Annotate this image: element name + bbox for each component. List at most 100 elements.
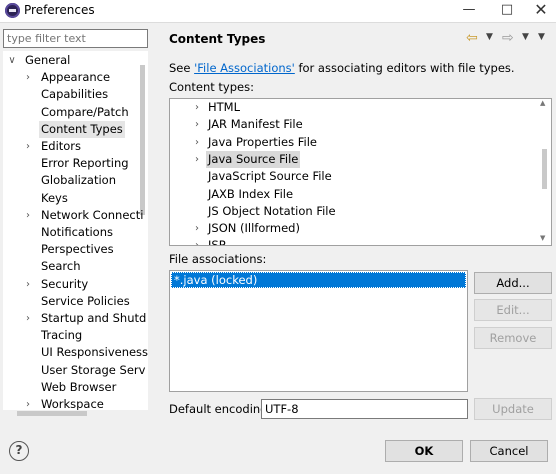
- tree-item-service-policies[interactable]: Service Policies: [39, 293, 132, 310]
- content-types-label: Content types:: [169, 80, 254, 94]
- title-bar: Preferences — □ ✕: [0, 0, 556, 22]
- scroll-up-icon[interactable]: ▲: [540, 99, 545, 107]
- chevron-right-icon[interactable]: ›: [23, 138, 33, 155]
- forward-dropdown-icon[interactable]: ▼: [522, 32, 529, 42]
- chevron-right-icon[interactable]: ›: [192, 220, 202, 237]
- chevron-right-icon[interactable]: ›: [192, 237, 202, 245]
- chevron-down-icon[interactable]: ∨: [7, 52, 17, 69]
- tree-item-compare-patch[interactable]: Compare/Patch: [39, 104, 131, 121]
- default-encoding-field[interactable]: UTF-8: [261, 399, 468, 419]
- tree-item-label: Notifications: [41, 225, 113, 239]
- content-type-label: JSON (Illformed): [208, 221, 300, 236]
- page-title: Content Types: [169, 32, 266, 46]
- chevron-right-icon[interactable]: ›: [23, 276, 33, 293]
- chevron-right-icon[interactable]: ›: [23, 310, 33, 327]
- close-button[interactable]: ✕: [524, 0, 556, 22]
- file-associations-link[interactable]: 'File Associations': [194, 61, 295, 75]
- chevron-right-icon[interactable]: ›: [23, 396, 33, 410]
- tree-item-globalization[interactable]: Globalization: [39, 172, 118, 189]
- content-type-item[interactable]: JAXB Index File: [206, 186, 295, 203]
- content-type-label: JAR Manifest File: [208, 117, 303, 132]
- content-type-item[interactable]: JavaScript Source File: [206, 168, 334, 185]
- tree-item-workspace[interactable]: › Workspace: [26, 396, 106, 410]
- list-item[interactable]: *.java (locked): [171, 272, 466, 288]
- tree-item-label: Search: [41, 259, 81, 274]
- tree-item-notifications[interactable]: Notifications: [39, 224, 115, 241]
- eclipse-icon: [5, 3, 20, 18]
- tree-item-label: General: [25, 53, 71, 67]
- ok-button[interactable]: OK: [385, 440, 463, 462]
- view-menu-icon[interactable]: ▼: [538, 32, 545, 42]
- filter-input[interactable]: [3, 29, 148, 48]
- tree-vertical-scroll-thumb[interactable]: [140, 65, 145, 215]
- content-type-item[interactable]: › JSON (Illformed): [195, 220, 302, 237]
- tree-item-label: Globalization: [41, 173, 116, 188]
- chevron-right-icon[interactable]: ›: [23, 69, 33, 86]
- chevron-right-icon[interactable]: ›: [192, 99, 202, 116]
- content-type-label: HTML: [208, 100, 241, 114]
- content-type-label: JAXB Index File: [208, 186, 294, 201]
- tree-item-network-connecti[interactable]: › Network Connecti: [26, 207, 145, 224]
- tree-item-label: User Storage Serv: [41, 362, 146, 377]
- content-types-tree[interactable]: ▲ ▼ › HTML › JAR Manifest File › Java Propert…: [169, 98, 552, 246]
- tree-item-capabilities[interactable]: Capabilities: [39, 86, 110, 103]
- tree-item-user-storage-serv[interactable]: User Storage Serv: [39, 362, 147, 379]
- back-dropdown-icon[interactable]: ▼: [486, 32, 493, 42]
- tree-item-content-types[interactable]: Content Types: [39, 120, 125, 138]
- tree-item-label: Compare/Patch: [41, 104, 129, 119]
- remove-button[interactable]: Remove: [474, 327, 552, 349]
- chevron-right-icon[interactable]: ›: [23, 207, 33, 224]
- tree-item-label: Service Policies: [41, 293, 130, 308]
- content-type-item[interactable]: › Java Source File: [195, 150, 301, 168]
- tree-item-label: Error Reporting: [41, 156, 129, 171]
- tree-item-startup-and-shutd[interactable]: › Startup and Shutd: [26, 310, 148, 327]
- content-type-label: JSP: [208, 238, 226, 246]
- tree-item-perspectives[interactable]: Perspectives: [39, 241, 116, 258]
- tree-item-label: Capabilities: [41, 87, 109, 102]
- content-type-item[interactable]: › JSP: [195, 237, 228, 246]
- forward-arrow-icon[interactable]: ⇨: [502, 30, 514, 46]
- tree-item-error-reporting[interactable]: Error Reporting: [39, 155, 131, 172]
- content-type-label: JavaScript Source File: [208, 169, 332, 184]
- minimize-button[interactable]: —: [452, 0, 486, 22]
- tree-item-tracing[interactable]: Tracing: [39, 327, 84, 344]
- tree-item-label: Content Types: [39, 120, 125, 138]
- content-types-scroll-thumb[interactable]: [542, 149, 547, 189]
- preference-tree[interactable]: ∨ General › Appearance Capabilities Compare/P…: [3, 51, 148, 410]
- tree-item-web-browser[interactable]: Web Browser: [39, 379, 118, 396]
- tree-item-label: Appearance: [41, 70, 111, 85]
- cancel-button[interactable]: Cancel: [470, 440, 548, 462]
- edit-button[interactable]: Edit...: [474, 299, 552, 321]
- tree-horizontal-scroll-thumb[interactable]: [17, 411, 87, 416]
- tree-item-general[interactable]: ∨ General: [8, 52, 72, 69]
- info-prefix: See: [169, 61, 195, 75]
- tree-horizontal-scrollbar[interactable]: [3, 410, 148, 418]
- back-arrow-icon[interactable]: ⇦: [466, 30, 478, 46]
- maximize-button[interactable]: □: [490, 0, 524, 22]
- tree-item-label: Workspace: [41, 397, 104, 410]
- tree-item-label: UI Responsiveness: [41, 345, 148, 360]
- tree-item-editors[interactable]: › Editors: [26, 138, 83, 155]
- content-type-item[interactable]: › Java Properties File: [195, 134, 319, 151]
- content-type-item[interactable]: JS Object Notation File: [206, 203, 338, 220]
- chevron-right-icon[interactable]: ›: [192, 116, 202, 133]
- tree-item-ui-responsiveness[interactable]: UI Responsiveness: [39, 344, 148, 361]
- tree-item-keys[interactable]: Keys: [39, 190, 70, 207]
- content-type-item[interactable]: › HTML: [195, 99, 242, 116]
- content-type-item[interactable]: › JAR Manifest File: [195, 116, 305, 133]
- scroll-down-icon[interactable]: ▼: [540, 234, 545, 242]
- add-button[interactable]: Add...: [474, 272, 552, 294]
- content-type-label: Java Properties File: [208, 134, 317, 149]
- tree-item-search[interactable]: Search: [39, 258, 83, 275]
- tree-item-security[interactable]: › Security: [26, 276, 90, 293]
- chevron-right-icon[interactable]: ›: [192, 134, 202, 151]
- update-button[interactable]: Update: [474, 398, 552, 420]
- help-icon[interactable]: ?: [9, 441, 29, 461]
- window-title: Preferences: [24, 3, 95, 17]
- tree-item-label: Startup and Shutd: [41, 311, 147, 325]
- sash-divider[interactable]: [150, 28, 156, 410]
- chevron-right-icon[interactable]: ›: [192, 151, 202, 168]
- tree-item-appearance[interactable]: › Appearance: [26, 69, 112, 86]
- content-types-scrollbar[interactable]: ▲ ▼: [538, 99, 551, 245]
- file-associations-list[interactable]: *.java (locked): [169, 270, 468, 392]
